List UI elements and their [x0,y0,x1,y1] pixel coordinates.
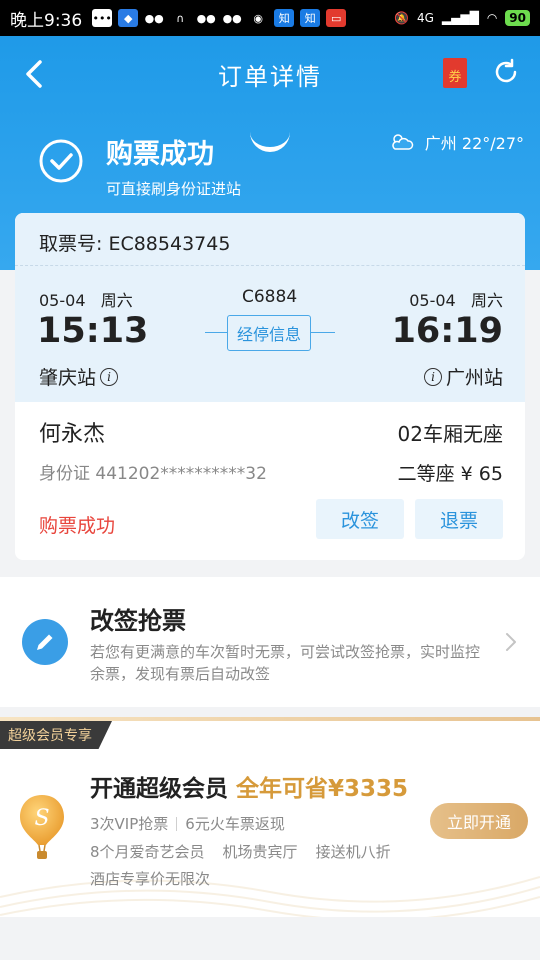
coupon-label: 券 [448,70,462,85]
vip-benefit: 6元火车票返现 [185,815,285,833]
vip-badge: 超级会员专享 [0,721,112,749]
refresh-icon[interactable] [492,58,520,86]
vip-top-line [0,717,540,721]
chat-icon: ◉ [253,11,263,25]
coupon-icon[interactable]: 券 [443,58,467,88]
depart-date-value: 05-04 [39,291,86,310]
depart-station[interactable]: 肇庆站 i [39,363,119,390]
system-indicators: 🔕 4G ▂▄▆█ ◠ 90 [394,10,530,26]
vip-benefit: 接送机八折 [315,843,391,861]
check-circle-icon [39,139,83,183]
signal-icon: ▂▄▆█ [441,11,479,25]
vip-card: 超级会员专享 S 开通超级会员 全年可省¥3335 3次VIP抢票 6元火车票返… [0,717,540,917]
status-time: 晚上9:36 [10,10,83,31]
rebook-description: 若您有更满意的车次暂时无票，可尝试改签抢票，实时监控余票，发现有票后自动改签 [90,643,481,683]
app-icon: ▭ [326,9,347,27]
app-icon: ◆ [118,9,139,27]
seat-price: 二等座 ¥ 65 [397,463,503,485]
notification-icons: ••• ◆ ●● ∩ ●● ●● ◉ 知 知 ▭ [92,9,347,27]
depart-time: 15:13 [37,311,149,351]
weather-info: 广州 22°/27° [389,130,524,154]
wechat-icon: ●● [144,11,164,25]
ticket-status: 购票成功 [39,515,116,537]
train-number: C6884 [242,287,298,307]
vip-benefit: 酒店专享价无限次 [90,870,211,888]
vip-benefits-row: 8个月爱奇艺会员 机场贵宾厅 接送机八折 [90,841,391,862]
signal-label: 4G [416,11,434,25]
depart-date: 05-04 周六 [39,287,133,311]
arrive-weekday: 周六 [470,291,503,310]
battery-indicator: 90 [505,10,530,26]
message-icon: ••• [92,9,113,27]
arrive-date: 05-04 周六 [409,287,503,311]
zhihu-icon: 知 [300,9,321,27]
headset-icon: ∩ [176,11,185,25]
pickup-number: 取票号: EC88543745 [39,233,231,255]
id-card-number: 身份证 441202**********32 [39,464,267,484]
stop-info-button[interactable]: 经停信息 [227,315,311,351]
change-ticket-button[interactable]: 改签 [316,499,404,539]
status-bar: 晚上9:36 ••• ◆ ●● ∩ ●● ●● ◉ 知 知 ▭ 🔕 4G ▂▄▆… [0,0,540,36]
pencil-icon [22,619,68,665]
refund-ticket-button[interactable]: 退票 [415,499,503,539]
back-icon[interactable] [20,56,50,92]
status-subtitle: 可直接刷身份证进站 [106,180,242,198]
open-vip-button[interactable]: 立即开通 [430,803,528,839]
nav-bar: 订单详情 券 [0,36,540,112]
page-title: 订单详情 [218,62,322,91]
divider [15,265,525,266]
wechat-icon: ●● [222,11,242,25]
wifi-icon: ◠ [486,11,498,25]
balloon-icon: S [20,795,64,859]
vip-title: 开通超级会员 全年可省¥3335 [90,769,408,803]
vip-title-text: 开通超级会员 [90,776,228,802]
status-title: 购票成功 [106,139,214,170]
vip-benefit: 3次VIP抢票 [90,815,169,833]
order-status: 购票成功 可直接刷身份证进站 广州 22°/27° [38,132,524,212]
vip-benefits-row: 酒店专享价无限次 [90,868,210,889]
vip-savings: 全年可省¥3335 [236,776,409,802]
depart-station-name: 肇庆站 [39,367,97,389]
info-icon[interactable]: i [423,367,442,386]
ticket-card: 取票号: EC88543745 05-04 周六 C6884 05-04 周六 … [15,213,525,560]
arrive-time: 16:19 [391,311,503,351]
cloud-sun-icon [392,134,414,150]
wechat-icon: ●● [196,11,216,25]
passenger-name: 何永杰 [39,422,106,447]
rebook-card[interactable]: 改签抢票 若您有更满意的车次暂时无票，可尝试改签抢票，实时监控余票，发现有票后自… [0,577,540,707]
rebook-title: 改签抢票 [90,607,186,635]
arrive-date-value: 05-04 [409,291,456,310]
info-icon[interactable]: i [100,367,119,386]
arrive-station[interactable]: i 广州站 [423,363,503,390]
ticket-journey: 取票号: EC88543745 05-04 周六 C6884 05-04 周六 … [15,213,525,402]
mute-icon: 🔕 [394,11,409,25]
zhihu-icon: 知 [274,9,295,27]
arrive-station-name: 广州站 [445,367,503,389]
pencil-glyph [37,634,53,650]
depart-weekday: 周六 [100,291,133,310]
weather-text: 广州 22°/27° [424,134,524,153]
vip-benefits-row: 3次VIP抢票 6元火车票返现 [90,813,285,834]
vip-benefit: 8个月爱奇艺会员 [90,843,205,861]
svg-text:S: S [34,806,49,831]
vip-benefit: 机场贵宾厅 [222,843,298,861]
seat-info: 02车厢无座 [397,422,503,446]
chevron-right-icon[interactable] [504,631,518,653]
separator [176,816,178,831]
